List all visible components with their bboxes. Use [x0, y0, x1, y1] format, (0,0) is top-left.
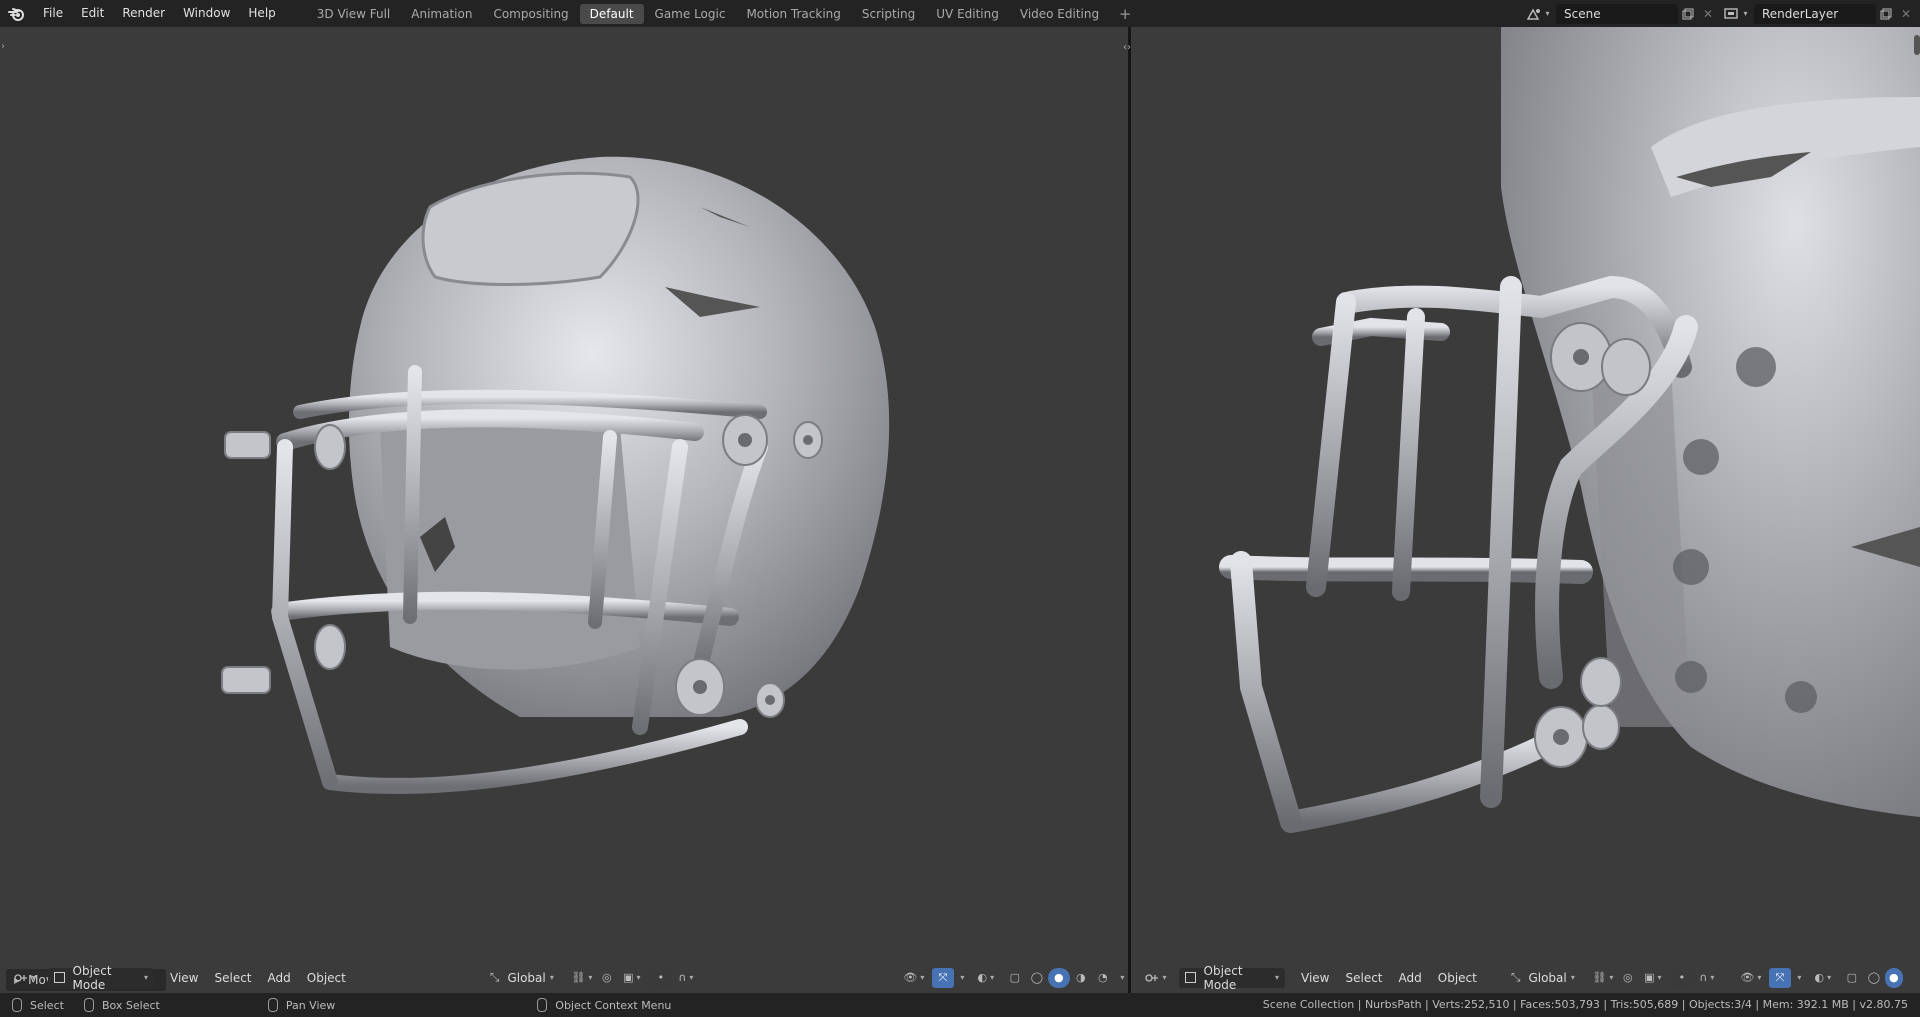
- viewport-right-header: ▾ Object Mode ▾ View Select Add Object ⤡…: [1131, 962, 1920, 993]
- orientation-label: Global: [1528, 970, 1567, 985]
- helmet-3d-model-right[interactable]: [1131, 27, 1920, 962]
- shading-dropdown-icon[interactable]: ▾: [1114, 968, 1128, 988]
- tab-motion-tracking[interactable]: Motion Tracking: [736, 4, 850, 24]
- tab-compositing[interactable]: Compositing: [483, 4, 578, 24]
- shading-wireframe-icon[interactable]: ◯: [1863, 968, 1885, 988]
- menu-file[interactable]: File: [34, 0, 72, 27]
- menu-add[interactable]: Add: [260, 971, 299, 985]
- mode-selector[interactable]: Object Mode ▾: [1179, 964, 1285, 992]
- scene-name-field[interactable]: Scene: [1556, 3, 1678, 24]
- visibility-icon[interactable]: 👁 ▾: [900, 968, 928, 988]
- render-layer-copy-icon[interactable]: [1876, 4, 1896, 24]
- shading-solid-icon[interactable]: ●: [1047, 967, 1070, 988]
- scene-copy-icon[interactable]: [1678, 4, 1698, 24]
- pivot-point-icon[interactable]: ⛓ ▾: [568, 968, 596, 988]
- overlays-icon[interactable]: ◐ ▾: [1809, 968, 1837, 988]
- menu-select[interactable]: Select: [1337, 971, 1390, 985]
- shading-wireframe-icon[interactable]: ◯: [1026, 968, 1048, 988]
- status-context-menu-label: Object Context Menu: [555, 998, 672, 1012]
- menu-object[interactable]: Object: [299, 971, 354, 985]
- xray-toggle-icon[interactable]: ▢: [1841, 968, 1863, 988]
- menu-object[interactable]: Object: [1430, 971, 1485, 985]
- top-bar: File Edit Render Window Help 3D View Ful…: [0, 0, 1920, 27]
- status-box-select-label: Box Select: [101, 998, 160, 1012]
- blender-logo-icon[interactable]: [0, 0, 34, 27]
- proportional-edit-icon[interactable]: •: [649, 967, 672, 988]
- menu-window[interactable]: Window: [174, 0, 239, 27]
- tab-uv-editing[interactable]: UV Editing: [926, 4, 1009, 24]
- status-pan-view: Pan View: [267, 998, 336, 1012]
- status-select: Select: [12, 998, 64, 1012]
- overlays-icon[interactable]: ◐ ▾: [972, 968, 1000, 988]
- editor-type-icon[interactable]: ▾: [10, 968, 40, 988]
- status-select-label: Select: [30, 998, 64, 1012]
- snap-toggle-icon[interactable]: ◎: [596, 968, 618, 988]
- xray-toggle-icon[interactable]: ▢: [1004, 968, 1026, 988]
- menu-add[interactable]: Add: [1391, 971, 1430, 985]
- scene-icon[interactable]: ▾: [1524, 4, 1552, 24]
- tab-3d-view-full[interactable]: 3D View Full: [307, 4, 401, 24]
- tab-animation[interactable]: Animation: [401, 4, 482, 24]
- proportional-edit-icon[interactable]: •: [1670, 967, 1693, 988]
- scene-close-icon[interactable]: ✕: [1698, 4, 1718, 24]
- tab-game-logic[interactable]: Game Logic: [645, 4, 736, 24]
- mouse-drag-icon: [83, 998, 94, 1012]
- shading-solid-icon[interactable]: ●: [1884, 967, 1903, 988]
- mode-label: Object Mode: [72, 963, 112, 992]
- helmet-3d-model-left[interactable]: [0, 27, 1128, 962]
- scroll-handle[interactable]: [1914, 35, 1920, 55]
- falloff-icon[interactable]: ∩ ▾: [672, 968, 700, 988]
- render-layer-close-icon[interactable]: ✕: [1896, 4, 1916, 24]
- menu-help[interactable]: Help: [239, 0, 284, 27]
- status-context-menu: Object Context Menu: [537, 998, 671, 1012]
- visibility-icon[interactable]: 👁 ▾: [1737, 968, 1765, 988]
- scene-statistics: Scene Collection | NurbsPath | Verts:252…: [1262, 998, 1908, 1011]
- mouse-left-icon: [12, 998, 22, 1012]
- falloff-icon[interactable]: ∩ ▾: [1693, 968, 1721, 988]
- scene-selector: ▾ Scene ✕: [1524, 3, 1718, 24]
- gizmo-toggle-icon[interactable]: ⤧: [1768, 967, 1791, 988]
- transform-orientation-selector[interactable]: ⤡ Global ▾: [484, 968, 560, 988]
- render-layer-selector: ▾ RenderLayer ✕: [1722, 3, 1916, 24]
- orientation-icon: ⤡: [489, 970, 500, 984]
- status-box-select: Box Select: [83, 998, 160, 1012]
- tab-scripting[interactable]: Scripting: [852, 4, 925, 24]
- gizmo-dropdown-icon[interactable]: ▾: [954, 968, 968, 988]
- viewport-right[interactable]: ▾ Object Mode ▾ View Select Add Object ⤡…: [1131, 27, 1920, 993]
- menu-view[interactable]: View: [162, 971, 206, 985]
- gizmo-toggle-icon[interactable]: ⤧: [931, 967, 954, 988]
- shading-rendered-icon[interactable]: ◔: [1092, 968, 1114, 988]
- status-pan-view-label: Pan View: [285, 998, 336, 1012]
- tab-video-editing[interactable]: Video Editing: [1010, 4, 1109, 24]
- render-layer-name-field[interactable]: RenderLayer: [1754, 3, 1876, 24]
- menu-render[interactable]: Render: [113, 0, 174, 27]
- object-mode-icon: [1185, 972, 1196, 983]
- status-bar: Select Box Select Pan View Object Contex…: [0, 993, 1920, 1017]
- area-split-icon[interactable]: ‹›: [1123, 42, 1131, 53]
- mouse-middle-icon: [267, 998, 278, 1012]
- object-mode-icon: [54, 972, 65, 983]
- snap-toggle-icon[interactable]: ◎: [1617, 968, 1639, 988]
- workspace-tabs: 3D View Full Animation Compositing Defau…: [307, 0, 1134, 27]
- menu-edit[interactable]: Edit: [72, 0, 113, 27]
- menu-select[interactable]: Select: [206, 971, 259, 985]
- gizmo-dropdown-icon[interactable]: ▾: [1791, 968, 1805, 988]
- pivot-point-icon[interactable]: ⛓ ▾: [1589, 968, 1617, 988]
- mode-selector[interactable]: Object Mode ▾: [48, 964, 154, 992]
- add-workspace-button[interactable]: +: [1116, 5, 1134, 23]
- snap-target-icon[interactable]: ▣ ▾: [1639, 968, 1667, 988]
- tab-default[interactable]: Default: [579, 3, 644, 24]
- transform-orientation-selector[interactable]: ⤡ Global ▾: [1505, 968, 1581, 988]
- mouse-right-icon: [537, 998, 548, 1012]
- viewport-left-header: ▾ Object Mode ▾ View Select Add Object ⤡…: [0, 962, 1128, 993]
- viewport-left[interactable]: › ▶ Move ▾ Object Mode ▾ View Select Add…: [0, 27, 1128, 993]
- shading-material-icon[interactable]: ◑: [1070, 968, 1092, 988]
- snap-target-icon[interactable]: ▣ ▾: [618, 968, 646, 988]
- orientation-label: Global: [507, 970, 546, 985]
- menu-view[interactable]: View: [1293, 971, 1337, 985]
- render-layer-icon[interactable]: ▾: [1722, 4, 1750, 24]
- mode-label: Object Mode: [1203, 963, 1243, 992]
- orientation-icon: ⤡: [1510, 970, 1521, 984]
- editor-type-icon[interactable]: ▾: [1141, 968, 1171, 988]
